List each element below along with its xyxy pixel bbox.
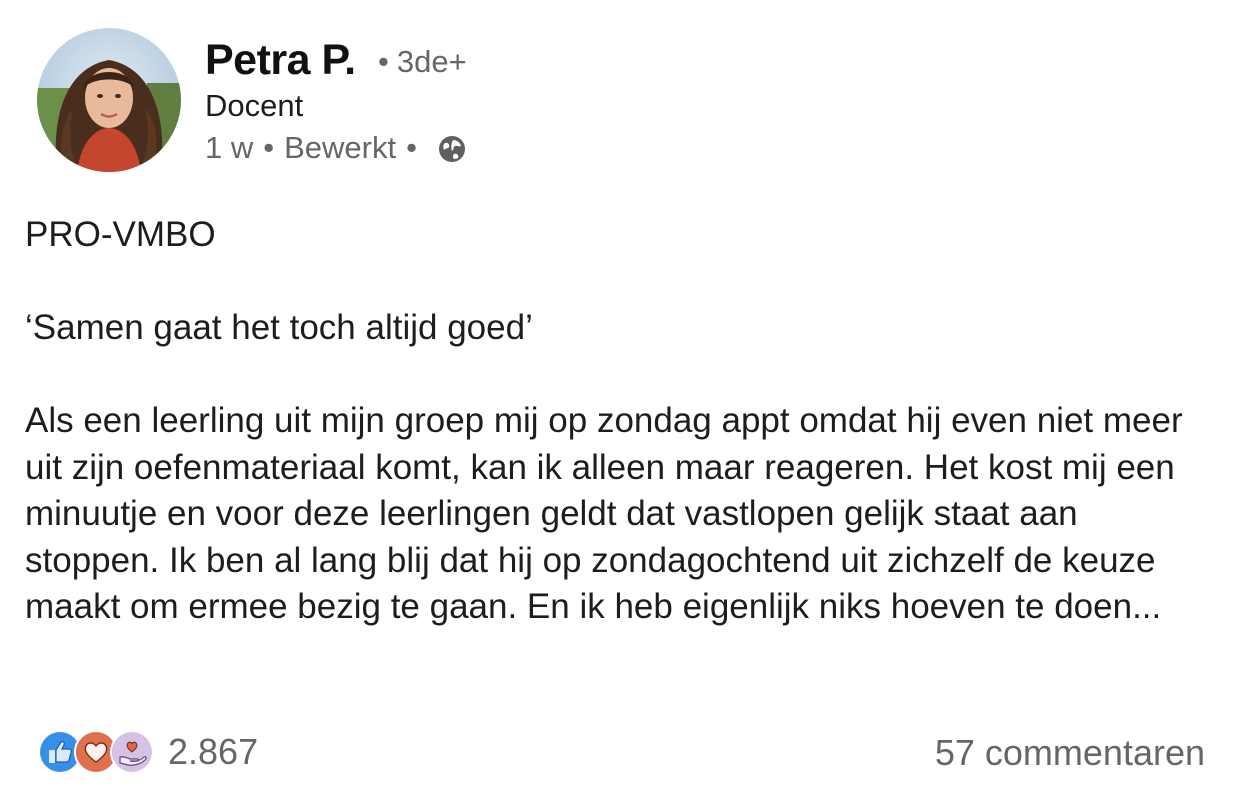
feed-post: Petra P. • 3de+ Docent 1 w • Bewerkt • PR… <box>0 0 1242 802</box>
post-time: 1 w <box>205 130 254 165</box>
degree-separator: • <box>378 44 389 79</box>
author-avatar[interactable] <box>37 28 181 172</box>
reaction-count: 2.867 <box>168 731 259 772</box>
edited-label: Bewerkt <box>284 130 397 165</box>
connection-degree: • 3de+ <box>378 44 467 80</box>
post-text: PRO-VMBO ‘Samen gaat het toch altijd goe… <box>25 212 1220 631</box>
profile-photo-icon <box>37 28 181 172</box>
post-title-line: PRO-VMBO <box>25 215 216 254</box>
degree-label: 3de+ <box>396 44 467 79</box>
post-meta: 1 w • Bewerkt • <box>205 130 467 166</box>
meta-separator: • <box>263 130 275 165</box>
support-icon <box>110 730 154 774</box>
globe-icon <box>437 134 467 164</box>
author-name[interactable]: Petra P. <box>205 36 356 85</box>
post-quote-line: ‘Samen gaat het toch altijd goed’ <box>25 308 533 347</box>
reactions-summary[interactable]: 2.867 <box>38 730 258 774</box>
comments-count-link[interactable]: 57 commentaren <box>935 732 1205 774</box>
author-headline: Docent <box>205 88 304 123</box>
post-paragraph: Als een leerling uit mijn groep mij op z… <box>25 401 1183 626</box>
meta-separator: • <box>406 130 417 165</box>
